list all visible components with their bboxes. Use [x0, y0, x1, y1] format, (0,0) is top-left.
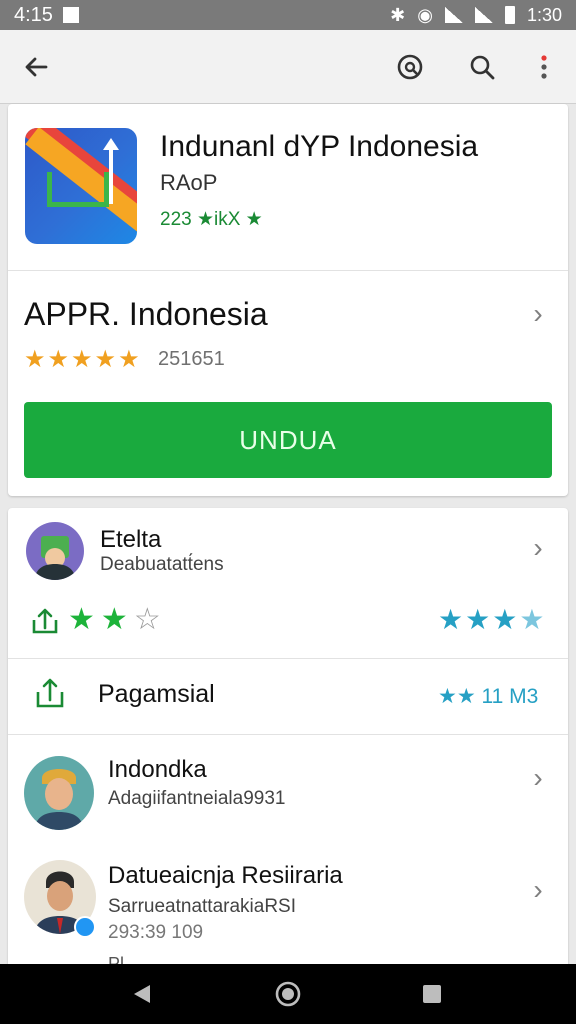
- nav-home-icon[interactable]: [274, 980, 302, 1013]
- chat-search-icon[interactable]: [388, 45, 432, 89]
- share-icon[interactable]: [30, 606, 60, 641]
- battery-icon: [504, 6, 515, 24]
- review-author: Etelta: [100, 526, 162, 553]
- status-time-left: 4:15: [14, 3, 53, 26]
- section-meta: ★★ 11 M3: [438, 685, 539, 708]
- app-header-title: Indunanl dYP Indonesia: [160, 130, 479, 163]
- app-header-subtitle: RAoP: [160, 170, 218, 195]
- nav-back-icon[interactable]: [130, 982, 154, 1011]
- star-icon: ★: [118, 346, 140, 373]
- avatar: [26, 522, 84, 580]
- app-logo-icon: [25, 128, 137, 244]
- chevron-right-icon[interactable]: ›: [526, 762, 550, 793]
- star-icon: ★: [100, 603, 128, 636]
- star-icon: ★: [465, 604, 491, 635]
- nav-recents-icon[interactable]: [420, 982, 444, 1011]
- divider: [8, 270, 568, 271]
- share-icon[interactable]: [34, 676, 66, 715]
- install-button[interactable]: UNDUA: [24, 402, 552, 478]
- star-outline-icon: ☆: [133, 603, 161, 636]
- review-subtitle: Deabuatatt́ens: [100, 554, 224, 575]
- reviews-card: Etelta Deabuatatt́ens › ★ ★ ☆ ★ ★ ★ ★ Pa…: [8, 508, 568, 974]
- more-options-icon[interactable]: [522, 45, 566, 89]
- rating-stars: ★ ★ ★ ★ ★: [24, 348, 140, 372]
- verified-badge-icon: [74, 916, 96, 938]
- system-nav-bar: [0, 964, 576, 1024]
- search-icon[interactable]: [460, 45, 504, 89]
- status-bar: 4:15 ✱ ◉ 1:30: [0, 0, 576, 30]
- section-label[interactable]: Pagamsial: [98, 680, 215, 709]
- star-icon: ★: [68, 603, 95, 636]
- rating-count: 251651: [158, 348, 225, 370]
- star-half-icon: ★: [519, 604, 545, 635]
- signal-icon: [474, 7, 493, 23]
- review-subtitle: SarrueatnattarakiaRSI: [108, 896, 296, 917]
- review-rating-left: ★ ★ ☆: [68, 603, 161, 636]
- review-subtitle: Adagiifantneiala9931: [108, 788, 286, 809]
- star-icon: ★: [24, 346, 46, 373]
- star-icon: ★: [71, 346, 93, 373]
- bluetooth-icon: ✱: [390, 4, 406, 25]
- review-author: Indondka: [108, 756, 207, 783]
- chevron-right-icon[interactable]: ›: [526, 532, 550, 563]
- chevron-right-icon[interactable]: ›: [526, 298, 550, 329]
- app-name[interactable]: APPR. Indonesia: [24, 296, 268, 333]
- star-icon: ★: [94, 346, 117, 373]
- notification-icon: [62, 7, 79, 23]
- star-icon: ★: [47, 346, 70, 373]
- wifi-icon: [444, 7, 463, 23]
- app-info-card: Indunanl dYP Indonesia RAoP 223 ★ikX ★ A…: [8, 104, 568, 496]
- divider: [8, 658, 568, 659]
- avatar: [24, 756, 94, 830]
- star-icon: ★: [492, 604, 518, 635]
- star-icon: ★: [438, 604, 464, 635]
- status-time-right: 1:30: [526, 4, 562, 25]
- back-arrow-icon[interactable]: [14, 45, 58, 89]
- review-author: Datueaicnja Resiiraria: [108, 862, 343, 889]
- app-bar: [0, 30, 576, 104]
- review-rating-right: ★ ★ ★ ★: [438, 604, 545, 635]
- divider: [8, 734, 568, 735]
- app-header-meta: 223 ★ikX ★: [160, 209, 263, 230]
- alarm-icon: ◉: [417, 4, 433, 25]
- chevron-right-icon[interactable]: ›: [526, 874, 550, 905]
- review-date: 293:39 109: [108, 922, 204, 943]
